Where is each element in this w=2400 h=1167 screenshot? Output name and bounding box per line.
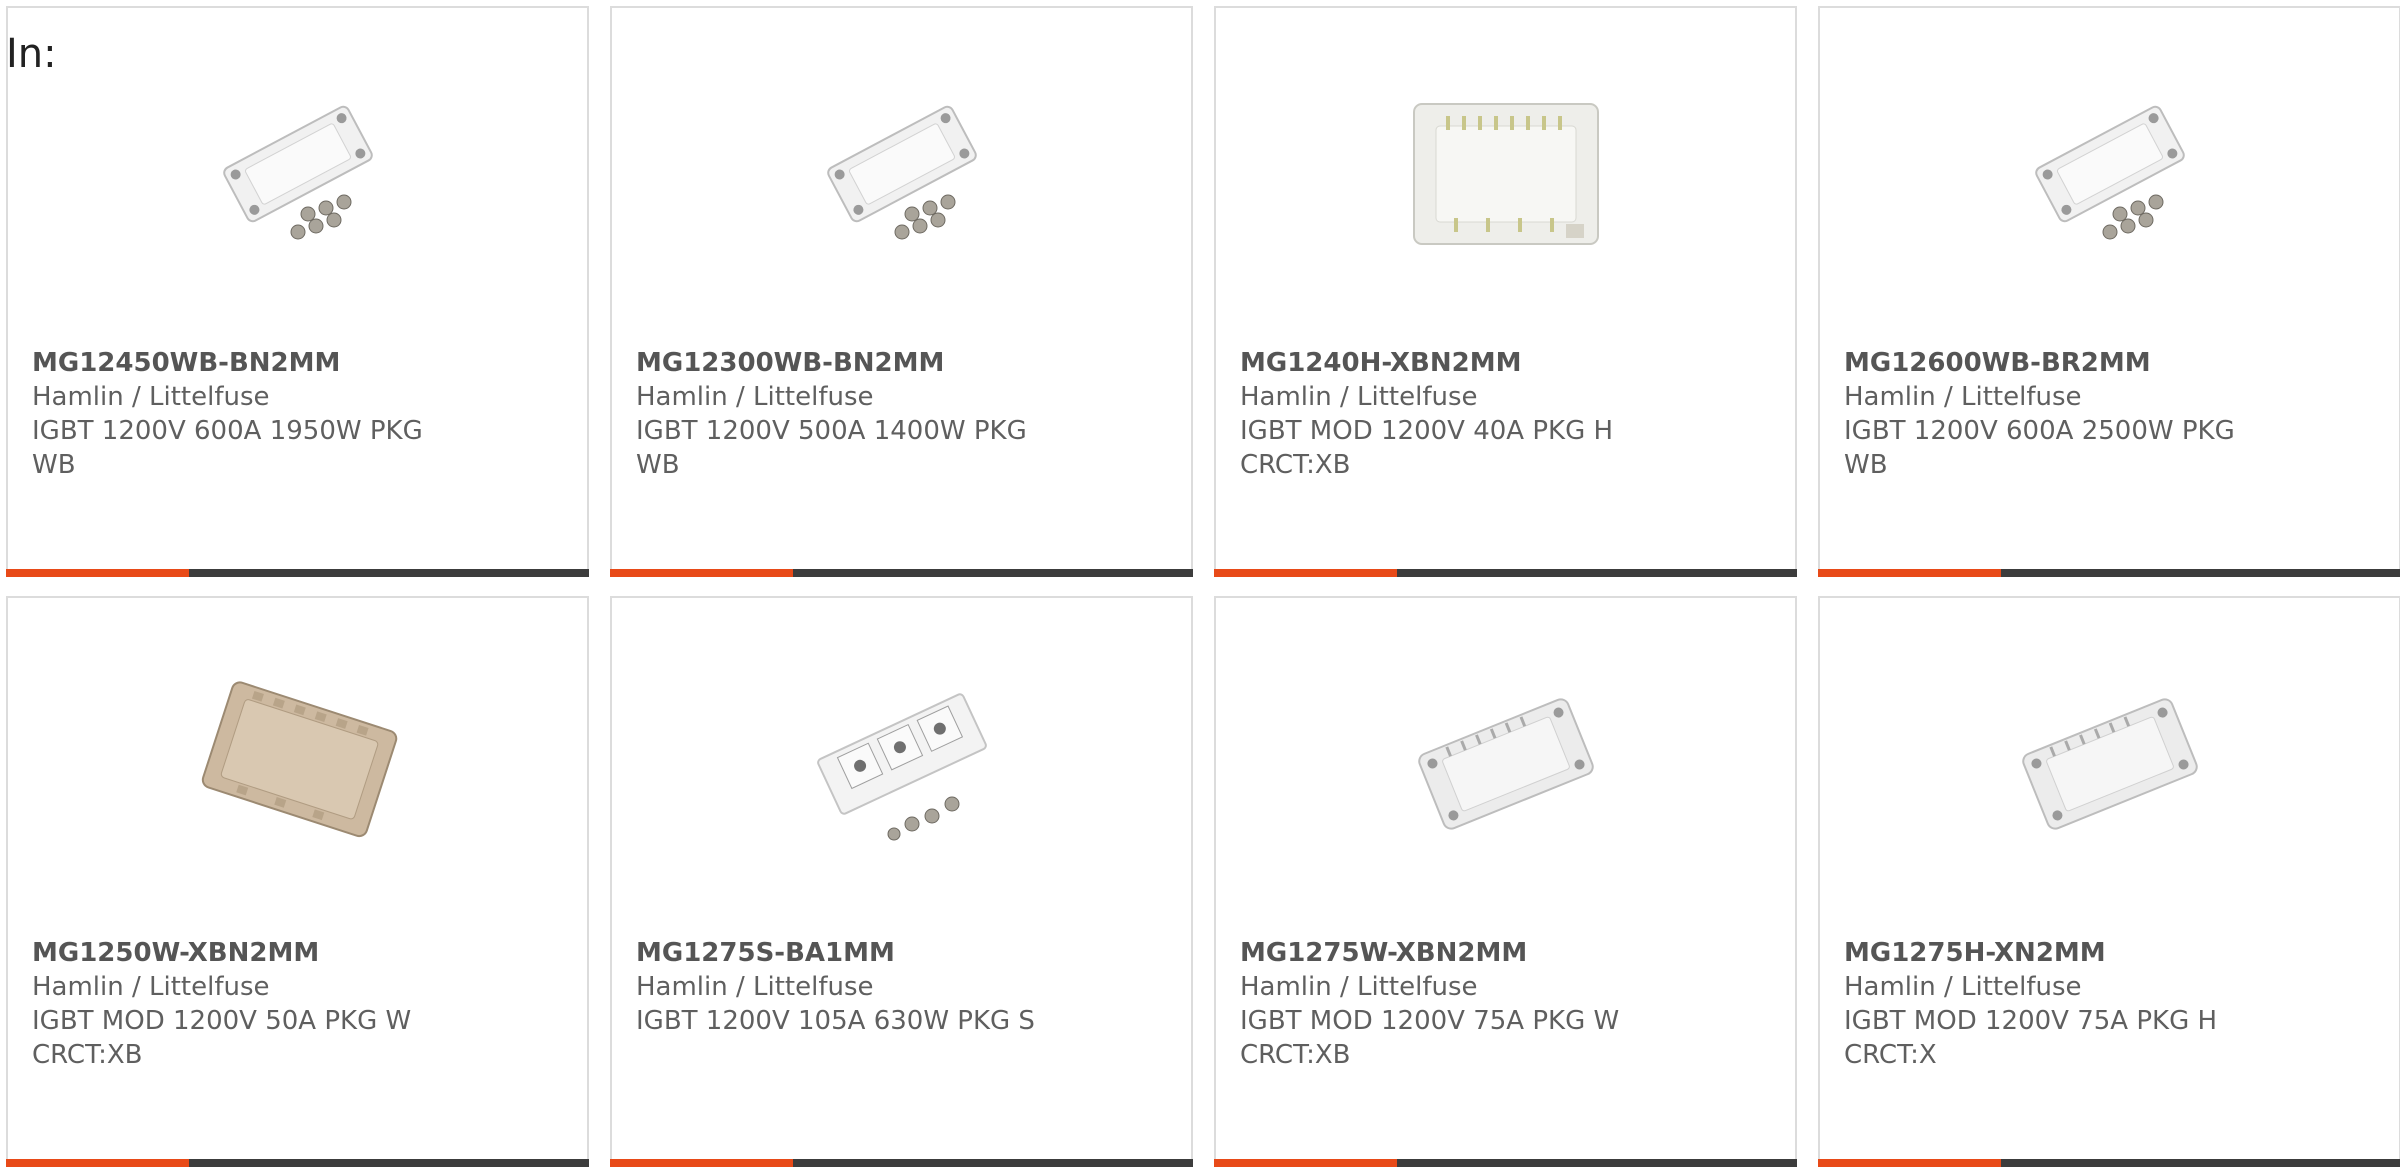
card-footer-bar (1214, 569, 1797, 577)
igbt-module-h-image[interactable] (1406, 74, 1606, 274)
card-footer-bar (1214, 1159, 1797, 1167)
manufacturer: Hamlin / Littelfuse (32, 972, 270, 1002)
manufacturer: Hamlin / Littelfuse (1240, 972, 1478, 1002)
description: IGBT MOD 1200V 75A PKG H CRCT:X (1844, 1006, 2218, 1070)
part-number[interactable]: MG1275W-XBN2MM (1240, 936, 1775, 970)
part-number[interactable]: MG12300WB-BN2MM (636, 346, 1171, 380)
manufacturer: Hamlin / Littelfuse (1844, 972, 2082, 1002)
igbt-module-wb-image[interactable] (802, 74, 1002, 274)
product-card[interactable]: MG1275H-XN2MM Hamlin / Littelfuse IGBT M… (1818, 596, 2400, 1167)
product-grid: MG12450WB-BN2MM Hamlin / Littelfuse IGBT… (6, 6, 2400, 1167)
card-accent-bar (1214, 569, 1397, 577)
manufacturer: Hamlin / Littelfuse (1240, 382, 1478, 412)
manufacturer: Hamlin / Littelfuse (636, 972, 874, 1002)
igbt-module-wb-image[interactable] (198, 74, 398, 274)
card-footer-bar (6, 569, 589, 577)
product-card[interactable]: MG1275S-BA1MM Hamlin / Littelfuse IGBT 1… (610, 596, 1193, 1167)
igbt-module-w-image[interactable] (198, 664, 398, 864)
manufacturer: Hamlin / Littelfuse (1844, 382, 2082, 412)
part-number[interactable]: MG1275H-XN2MM (1844, 936, 2379, 970)
card-accent-bar (610, 569, 793, 577)
product-card[interactable]: MG12300WB-BN2MM Hamlin / Littelfuse IGBT… (610, 6, 1193, 577)
description: IGBT 1200V 600A 1950W PKG WB (32, 416, 423, 480)
description: IGBT MOD 1200V 50A PKG W CRCT:XB (32, 1006, 412, 1070)
card-footer-bar (610, 569, 1193, 577)
description: IGBT MOD 1200V 75A PKG W CRCT:XB (1240, 1006, 1620, 1070)
part-number[interactable]: MG1275S-BA1MM (636, 936, 1171, 970)
card-accent-bar (1214, 1159, 1397, 1167)
igbt-module-s-image[interactable] (802, 664, 1002, 864)
description: IGBT 1200V 600A 2500W PKG WB (1844, 416, 2235, 480)
card-footer-bar (1818, 569, 2400, 577)
description: IGBT 1200V 500A 1400W PKG WB (636, 416, 1027, 480)
part-number[interactable]: MG12600WB-BR2MM (1844, 346, 2379, 380)
product-card[interactable]: MG1240H-XBN2MM Hamlin / Littelfuse IGBT … (1214, 6, 1797, 577)
igbt-module-w-image[interactable] (1406, 664, 1606, 864)
card-accent-bar (1818, 569, 2001, 577)
part-number[interactable]: MG1250W-XBN2MM (32, 936, 567, 970)
card-footer-bar (610, 1159, 1193, 1167)
product-card[interactable]: MG12600WB-BR2MM Hamlin / Littelfuse IGBT… (1818, 6, 2400, 577)
description: IGBT MOD 1200V 40A PKG H CRCT:XB (1240, 416, 1614, 480)
card-accent-bar (610, 1159, 793, 1167)
description: IGBT 1200V 105A 630W PKG S (636, 1006, 1035, 1036)
part-number[interactable]: MG12450WB-BN2MM (32, 346, 567, 380)
product-card[interactable]: MG1250W-XBN2MM Hamlin / Littelfuse IGBT … (6, 596, 589, 1167)
manufacturer: Hamlin / Littelfuse (636, 382, 874, 412)
igbt-module-h-image[interactable] (2010, 664, 2210, 864)
card-accent-bar (1818, 1159, 2001, 1167)
product-card[interactable]: MG1275W-XBN2MM Hamlin / Littelfuse IGBT … (1214, 596, 1797, 1167)
igbt-module-wb-image[interactable] (2010, 74, 2210, 274)
manufacturer: Hamlin / Littelfuse (32, 382, 270, 412)
card-footer-bar (1818, 1159, 2400, 1167)
part-number[interactable]: MG1240H-XBN2MM (1240, 346, 1775, 380)
in-label: In: (6, 31, 57, 77)
card-accent-bar (6, 569, 189, 577)
card-footer-bar (6, 1159, 589, 1167)
card-accent-bar (6, 1159, 189, 1167)
product-card[interactable]: MG12450WB-BN2MM Hamlin / Littelfuse IGBT… (6, 6, 589, 577)
